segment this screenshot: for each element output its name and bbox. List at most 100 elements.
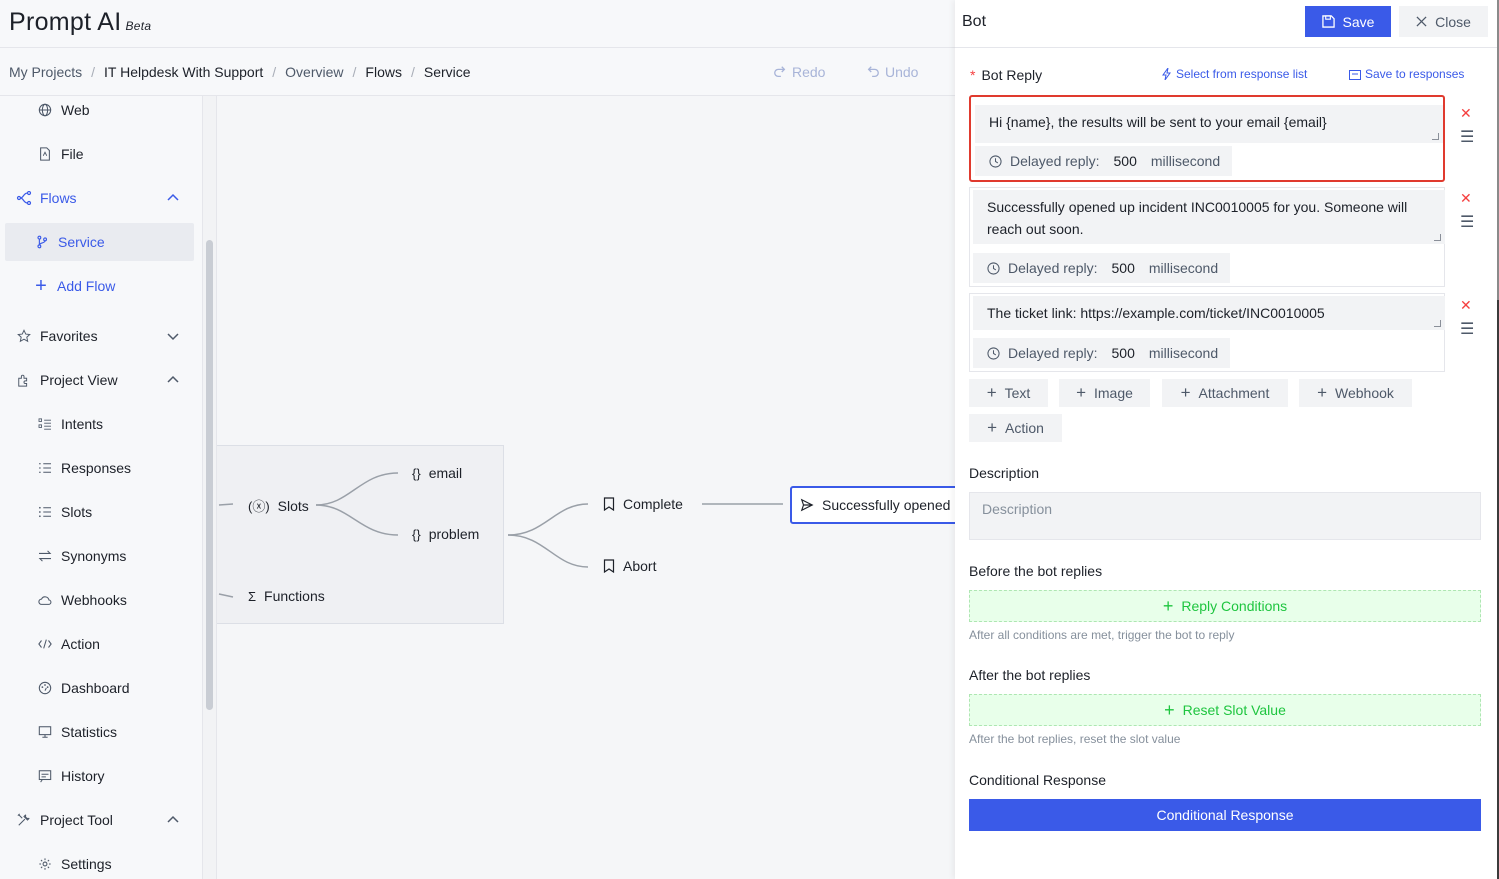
resize-handle[interactable] [1434, 234, 1441, 241]
node-slots[interactable]: (ⓧ) Slots [248, 496, 309, 515]
delay-label: Delayed reply: [1010, 153, 1100, 169]
resize-handle[interactable] [1432, 133, 1439, 140]
plus-icon: + [1162, 595, 1174, 616]
delay-unit: millisecond [1148, 345, 1219, 361]
add-attachment-button[interactable]: + Attachment [1162, 379, 1288, 407]
node-label: Slots [277, 497, 309, 514]
delete-reply-1-icon[interactable]: ✕ [1460, 105, 1472, 122]
delay-field[interactable]: Delayed reply: 500 millisecond [973, 338, 1231, 368]
save-to-responses-label: Save to responses [1365, 67, 1465, 81]
add-action-button[interactable]: + Action [969, 414, 1062, 442]
plus-icon: + [1317, 383, 1328, 402]
reset-slot-value-button[interactable]: + Reset Slot Value [969, 694, 1481, 726]
node-problem[interactable]: {} problem [412, 526, 479, 542]
braces-icon: {} [412, 526, 421, 542]
delay-unit: millisecond [1148, 260, 1219, 276]
drag-reply-1-icon[interactable]: ☰ [1460, 127, 1474, 147]
folder-save-icon [1349, 69, 1361, 80]
reply-text-input[interactable]: Hi {name}, the results will be sent to y… [975, 105, 1443, 143]
save-button[interactable]: Save [1305, 6, 1391, 37]
resize-handle[interactable] [1434, 320, 1441, 327]
delay-label: Delayed reply: [1008, 260, 1098, 276]
bot-reply-label: * Bot Reply [970, 67, 1042, 83]
drag-reply-3-icon[interactable]: ☰ [1460, 319, 1474, 339]
lightning-icon [1162, 68, 1171, 80]
connector-line [315, 504, 399, 536]
add-attachment-label: Attachment [1198, 385, 1270, 401]
delay-value[interactable]: 500 [1112, 345, 1135, 361]
node-label: email [428, 465, 463, 481]
node-bot-reply-selected[interactable]: Successfully opened [790, 486, 965, 524]
node-email[interactable]: {} email [412, 465, 462, 481]
reply-text: Hi {name}, the results will be sent to y… [989, 114, 1327, 130]
reply-text: Successfully opened up incident INC00100… [987, 199, 1408, 237]
add-image-button[interactable]: + Image [1059, 379, 1150, 407]
flow-connectors [218, 472, 783, 598]
reply-card-3[interactable]: The ticket link: https://example.com/tic… [969, 293, 1445, 372]
reply-text-input[interactable]: Successfully opened up incident INC00100… [973, 190, 1445, 244]
select-from-response-list-link[interactable]: Select from response list [1162, 67, 1307, 81]
node-label: problem [428, 526, 480, 542]
reply-card-1[interactable]: Hi {name}, the results will be sent to y… [969, 95, 1445, 182]
conditional-response-label: Conditional Response [969, 772, 1106, 788]
delay-unit: millisecond [1150, 153, 1221, 169]
description-input[interactable]: Description [969, 492, 1481, 540]
panel-title: Bot [962, 13, 987, 30]
node-label: Successfully opened [822, 497, 951, 513]
after-replies-hint: After the bot replies, reset the slot va… [969, 732, 1181, 746]
description-placeholder: Description [982, 501, 1053, 517]
connector-line [218, 593, 234, 598]
bot-panel: Bot Save Close * Bot Reply Select from re… [955, 0, 1497, 879]
reply-text-input[interactable]: The ticket link: https://example.com/tic… [973, 296, 1445, 330]
delay-label: Delayed reply: [1008, 345, 1098, 361]
delete-reply-2-icon[interactable]: ✕ [1460, 190, 1472, 207]
bookmark-icon [603, 497, 615, 511]
node-complete[interactable]: Complete [603, 496, 683, 512]
save-icon [1321, 15, 1335, 28]
add-text-label: Text [1004, 385, 1031, 401]
plus-icon: + [1164, 699, 1175, 720]
connector-line [218, 503, 234, 506]
panel-header: Bot Save Close [955, 0, 1497, 48]
delay-value[interactable]: 500 [1112, 260, 1135, 276]
close-button[interactable]: Close [1399, 6, 1488, 37]
delay-field[interactable]: Delayed reply: 500 millisecond [975, 146, 1233, 176]
reply-card-2[interactable]: Successfully opened up incident INC00100… [969, 187, 1445, 287]
clock-icon [987, 346, 1000, 360]
plus-icon: + [1180, 383, 1191, 402]
add-webhook-label: Webhook [1335, 385, 1394, 401]
delete-reply-3-icon[interactable]: ✕ [1460, 297, 1472, 314]
slot-icon: (ⓧ) [248, 499, 270, 514]
add-action-label: Action [1005, 420, 1044, 436]
clock-icon [989, 154, 1002, 168]
node-label: Functions [264, 588, 325, 604]
close-icon [1416, 16, 1427, 27]
node-abort[interactable]: Abort [603, 558, 656, 574]
bookmark-icon [603, 559, 615, 573]
node-label: Abort [623, 558, 657, 574]
add-text-button[interactable]: + Text [969, 379, 1048, 407]
plus-icon: + [1076, 383, 1086, 402]
send-icon [800, 498, 814, 512]
before-replies-hint: After all conditions are met, trigger th… [969, 628, 1235, 642]
delay-value[interactable]: 500 [1114, 153, 1137, 169]
connector-line [315, 472, 399, 506]
node-label: Complete [623, 496, 683, 512]
select-from-response-list-label: Select from response list [1176, 67, 1308, 81]
sigma-icon: Σ [248, 588, 257, 604]
required-mark: * [970, 67, 976, 83]
description-label: Description [969, 465, 1040, 481]
save-label: Save [1342, 13, 1375, 30]
drag-reply-2-icon[interactable]: ☰ [1460, 212, 1474, 232]
add-webhook-button[interactable]: + Webhook [1299, 379, 1412, 407]
connector-line [507, 503, 589, 536]
braces-icon: {} [412, 465, 421, 481]
conditional-response-button[interactable]: Conditional Response [969, 799, 1481, 831]
connector-line [507, 534, 589, 568]
save-to-responses-link[interactable]: Save to responses [1349, 67, 1464, 81]
clock-icon [987, 261, 1000, 275]
delay-field[interactable]: Delayed reply: 500 millisecond [973, 253, 1231, 283]
node-functions[interactable]: Σ Functions [248, 588, 325, 604]
reply-conditions-button[interactable]: + Reply Conditions [969, 590, 1481, 622]
bot-reply-label-text: Bot Reply [981, 67, 1043, 83]
